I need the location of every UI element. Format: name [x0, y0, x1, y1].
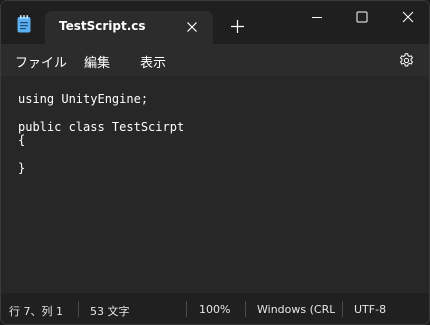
- plus-icon[interactable]: [229, 18, 246, 35]
- status-divider: [78, 301, 79, 317]
- encoding[interactable]: UTF-8: [354, 303, 386, 316]
- menu-edit[interactable]: 編集: [84, 52, 110, 71]
- close-icon[interactable]: [393, 7, 423, 27]
- maximize-icon[interactable]: [347, 7, 377, 27]
- status-bar: 行 7、列 1 53 文字 100% Windows (CRLF) UTF-8: [1, 293, 429, 324]
- menu-file[interactable]: ファイル: [15, 52, 67, 71]
- status-divider: [186, 301, 187, 317]
- gear-icon[interactable]: [398, 52, 415, 69]
- tab-title: TestScript.cs: [59, 19, 146, 33]
- title-bar: TestScript.cs: [1, 1, 429, 44]
- menu-view[interactable]: 表示: [140, 52, 166, 71]
- editor-content[interactable]: using UnityEngine; public class TestScir…: [18, 92, 184, 176]
- notepad-window: TestScript.cs ファイル 編集 表示 using UnityEngi…: [0, 0, 430, 325]
- status-divider: [342, 301, 343, 317]
- zoom-level[interactable]: 100%: [199, 303, 230, 316]
- line-ending[interactable]: Windows (CRLF): [257, 303, 335, 316]
- menu-bar: ファイル 編集 表示: [1, 44, 429, 76]
- tab-testscript[interactable]: TestScript.cs: [45, 11, 213, 44]
- notepad-icon: [17, 15, 31, 33]
- character-count: 53 文字: [90, 305, 130, 318]
- status-divider: [245, 301, 246, 317]
- close-icon[interactable]: [183, 18, 201, 36]
- text-editor[interactable]: using UnityEngine; public class TestScir…: [1, 76, 429, 293]
- cursor-position[interactable]: 行 7、列 1: [9, 303, 63, 319]
- minimize-icon[interactable]: [302, 7, 332, 27]
